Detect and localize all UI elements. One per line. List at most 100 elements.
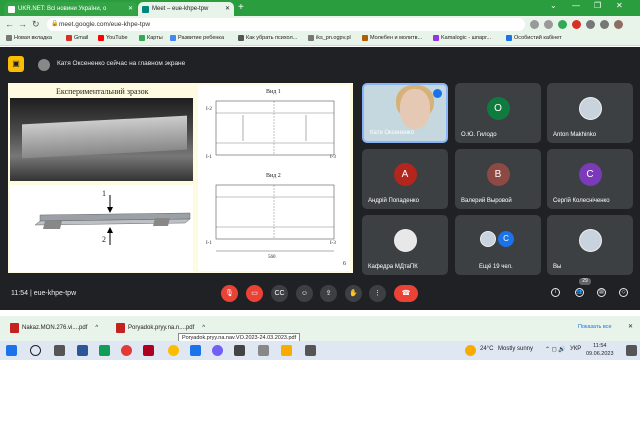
participant-face [400,89,430,129]
download-item[interactable]: Poryadok.pryy.na.n....pdf ^ [116,323,205,333]
bookmark-item[interactable]: Особистий кабінет [506,35,562,41]
participant-name: Anton Makhinko [553,132,597,138]
profile-avatar-icon[interactable] [614,20,623,29]
participant-name: Ещё 19 чел. [479,264,513,270]
tab-title: UKR.NET: Всі новини України, о [18,6,107,12]
bookmark-item[interactable]: Развитие ребенка [170,35,224,41]
extension-icon[interactable] [572,20,581,29]
bookmark-icon [362,35,368,41]
sidebar-icon[interactable] [600,20,609,29]
reload-icon[interactable]: ↻ [32,19,40,30]
view-label: Вид 2 [266,173,281,179]
search-icon[interactable] [30,345,41,356]
new-tab-icon[interactable]: + [238,2,244,13]
camera-off-button[interactable]: ▭ [246,285,263,302]
app-icon[interactable] [143,345,154,356]
dimension-label: 560 [268,255,276,260]
puzzle-icon[interactable] [586,20,595,29]
maximize-icon[interactable]: ❐ [594,1,601,10]
section-label: I-3 [330,241,336,246]
bookmark-item[interactable]: Gmail [66,35,88,41]
bookmark-item[interactable]: iks_pn.ogpv.pl [308,35,351,41]
pdf-icon [116,323,125,333]
present-button[interactable]: ⇪ [320,285,337,302]
chat-icon[interactable]: ▤ [597,288,606,297]
system-clock[interactable]: 11:54 09.06.2023 [586,342,614,358]
participant-tile[interactable]: С Сергій Колесніченко [547,149,633,209]
mic-off-button[interactable]: 🎙 [221,285,238,302]
participant-tile[interactable]: Кафедра МДтаПК [362,215,448,275]
presenter-avatar [38,59,50,71]
participant-tile[interactable]: В Валерий Выровой [455,149,541,209]
taskbar: 24°C Mostly sunny ⌃ ◻ 🔊 УКР 11:54 09.06.… [0,341,640,360]
back-icon[interactable]: ← [5,19,14,29]
download-bar: Nakaz.MON.276.vi....pdf ^ Poryadok.pryy.n… [0,316,640,341]
bookmark-item[interactable]: Карты [139,35,163,41]
bookmark-item[interactable]: Новая вкладка [6,35,52,41]
extension-icon[interactable] [558,20,567,29]
language-indicator[interactable]: УКР [570,346,581,352]
chrome-icon[interactable] [168,345,179,356]
participant-avatar: О [486,97,510,120]
minimize-icon[interactable]: — [572,1,580,10]
close-window-icon[interactable]: ✕ [616,1,623,10]
app-icon[interactable] [234,345,245,356]
participant-name: Катя Оксененко [370,130,415,136]
screen: UKR.NET: Всі новини України, о ✕ Meet – … [0,0,640,360]
forward-icon[interactable]: → [18,19,27,29]
word-icon[interactable] [77,345,88,356]
bookmark-icon [170,35,176,41]
url-input[interactable]: 🔒 meet.google.com/eue-khpe-tpw [47,18,525,31]
close-tab-icon[interactable]: ✕ [225,5,230,12]
app-icon[interactable] [99,345,110,356]
bookmark-icon [6,35,12,41]
opera-icon[interactable] [121,345,132,356]
bookmark-star-icon[interactable] [544,20,553,29]
chevron-up-icon[interactable]: ^ [202,325,205,331]
participant-tile[interactable]: Катя Оксененко [362,83,448,143]
bookmark-item[interactable]: YouTube [98,35,128,41]
windows-start-icon[interactable] [6,345,17,356]
participant-tile[interactable]: Вы [547,215,633,275]
more-options-button[interactable]: ⋮ [369,285,386,302]
captions-button[interactable]: CC [271,285,288,302]
close-download-bar-icon[interactable]: ✕ [628,323,633,330]
participant-tile[interactable]: А Андрій Попаденко [362,149,448,209]
share-icon[interactable] [530,20,539,29]
app-icon[interactable] [305,345,316,356]
people-icon[interactable]: 👥 [575,288,584,297]
task-view-icon[interactable] [54,345,65,356]
participant-avatar: В [486,163,510,186]
tab-ukrnet[interactable]: UKR.NET: Всі новини України, о ✕ [4,2,137,16]
tray-icons[interactable]: ⌃ ◻ 🔊 [545,346,566,353]
tab-search-icon[interactable]: ⌄ [550,1,557,10]
activities-icon[interactable]: ◇ [619,288,628,297]
section-label: I-1 [206,241,212,246]
meeting-info-icon[interactable]: i [551,288,560,297]
bookmark-item[interactable]: Kamalogic - шпарг... [433,35,491,41]
participant-tile[interactable]: Anton Makhinko [547,83,633,143]
app-icon[interactable] [190,345,201,356]
pin-icon[interactable]: ▣ [8,56,24,72]
download-item[interactable]: Nakaz.MON.276.vi....pdf ^ [10,323,98,333]
explorer-icon[interactable] [281,345,292,356]
viber-icon[interactable] [212,345,223,356]
chevron-up-icon[interactable]: ^ [95,325,98,331]
raise-hand-button[interactable]: ✋ [345,285,362,302]
leave-call-button[interactable]: ☎ [394,285,418,302]
youtube-icon [98,35,104,41]
app-icon[interactable] [258,345,269,356]
emoji-button[interactable]: ☺ [296,285,313,302]
participant-avatar [480,231,496,247]
participant-name: О.Ю. Гилодо [461,132,497,138]
participant-tile[interactable]: С Ещё 19 чел. [455,215,541,275]
meeting-code: eue-khpe-tpw [33,290,77,297]
close-tab-icon[interactable]: ✕ [128,5,133,12]
show-all-downloads-link[interactable]: Показать все [578,324,612,330]
bookmark-item[interactable]: Молебен и молитв... [362,35,422,41]
participant-avatar [393,229,417,252]
tab-meet[interactable]: Meet – eue-khpe-tpw ✕ [138,2,234,16]
notification-icon[interactable] [626,345,637,356]
participant-tile[interactable]: О О.Ю. Гилодо [455,83,541,143]
bookmark-item[interactable]: Как убрать психол... [238,35,297,41]
